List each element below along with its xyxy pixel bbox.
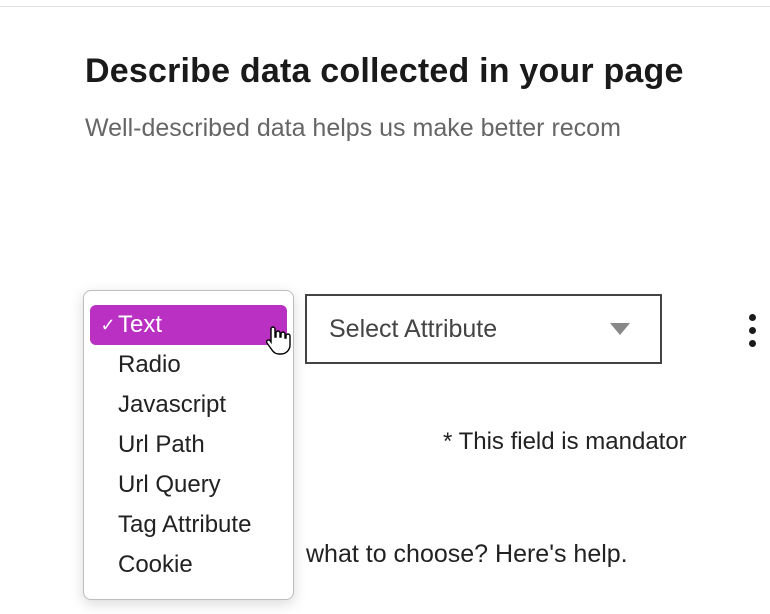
type-option-tag-attribute[interactable]: Tag Attribute xyxy=(84,505,293,545)
mandatory-note: * This field is mandator xyxy=(443,428,687,456)
type-dropdown-menu[interactable]: ✓ Text Radio Javascript Url Path Url Que… xyxy=(83,290,294,600)
type-option-label: Cookie xyxy=(118,551,193,578)
type-option-radio[interactable]: Radio xyxy=(84,345,293,385)
type-option-label: Text xyxy=(118,311,162,338)
page-title: Describe data collected in your page xyxy=(85,52,684,91)
attribute-select-placeholder: Select Attribute xyxy=(329,315,497,344)
type-option-label: Radio xyxy=(118,351,181,378)
type-option-label: Tag Attribute xyxy=(118,511,251,538)
type-option-url-path[interactable]: Url Path xyxy=(84,425,293,465)
type-option-javascript[interactable]: Javascript xyxy=(84,385,293,425)
chevron-down-icon xyxy=(610,323,630,335)
type-option-text[interactable]: ✓ Text xyxy=(90,305,287,345)
type-option-label: Url Path xyxy=(118,431,205,458)
type-option-cookie[interactable]: Cookie xyxy=(84,545,293,585)
type-option-label: Url Query xyxy=(118,471,221,498)
check-icon: ✓ xyxy=(98,305,118,345)
help-text: what to choose? Here's help. xyxy=(306,540,628,569)
page-subtitle: Well-described data helps us make better… xyxy=(85,114,621,143)
kebab-icon[interactable] xyxy=(732,310,770,350)
type-option-url-query[interactable]: Url Query xyxy=(84,465,293,505)
type-option-label: Javascript xyxy=(118,391,226,418)
top-divider xyxy=(0,6,770,7)
attribute-select[interactable]: Select Attribute xyxy=(305,294,662,364)
